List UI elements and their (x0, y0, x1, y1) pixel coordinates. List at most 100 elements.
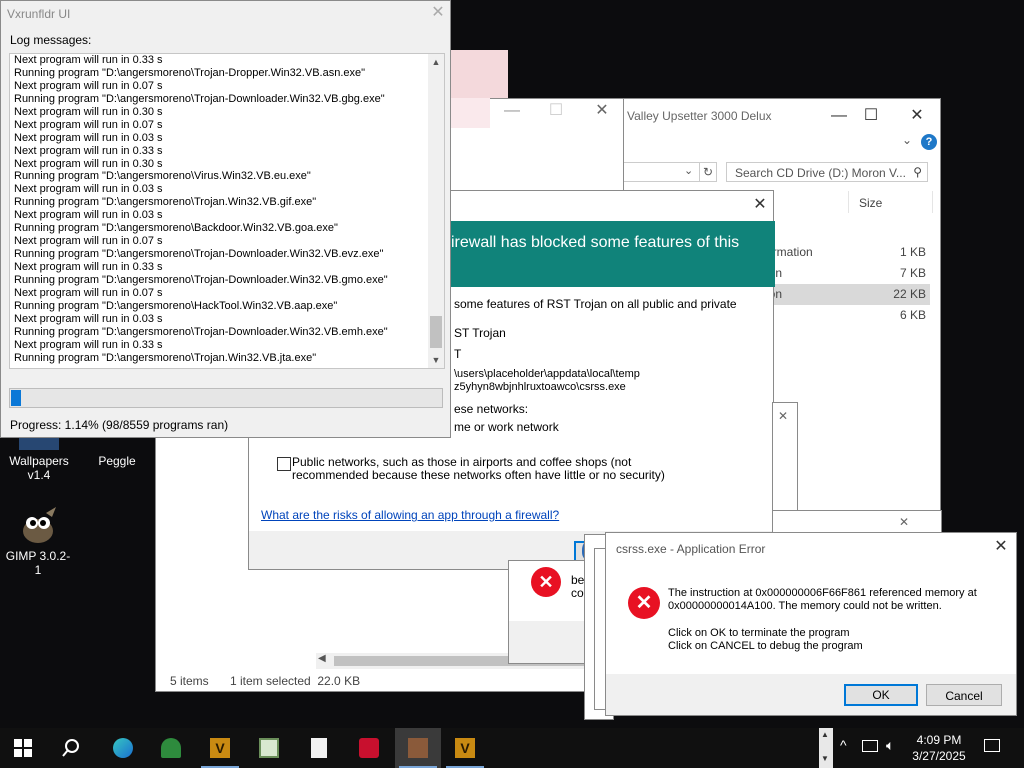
status-item-count: 5 items (170, 674, 209, 688)
error-icon: ✕ (531, 567, 561, 597)
background-dialog-1: ✕ (772, 402, 798, 512)
log-line: Next program will run in 0.03 s (14, 131, 163, 144)
list-item[interactable]: nformation 1 KB (756, 242, 930, 263)
maximize-button[interactable]: ☐ (541, 99, 571, 123)
close-button[interactable]: ✕ (899, 515, 909, 529)
app-v-icon: V (210, 738, 230, 758)
help-icon[interactable]: ? (921, 134, 937, 150)
search-input[interactable]: Search CD Drive (D:) Moron V... ⚲ (726, 162, 928, 182)
log-line: Running program "D:\angersmoreno\Trojan.… (14, 196, 317, 209)
error-instruction-ok: Click on OK to terminate the program (668, 627, 850, 639)
list-item[interactable]: ation7 KB (756, 263, 930, 284)
scroll-down-icon[interactable]: ▼ (821, 754, 829, 763)
red-app-icon (359, 738, 379, 758)
chevron-up-icon[interactable]: ^ (840, 737, 847, 753)
clock-date[interactable]: 3/27/2025 (911, 749, 967, 763)
progress-text: Progress: 1.14% (98/8559 programs ran) (10, 418, 229, 432)
firewall-networks-label: ese networks: (454, 402, 529, 416)
close-button[interactable]: ✕ (778, 409, 788, 423)
progress-fill (11, 390, 21, 406)
list-item[interactable]: der (756, 221, 930, 242)
dialog-text-fragment: be (571, 573, 585, 587)
desktop-icon-label: Peggle (98, 454, 136, 468)
search-icon (62, 739, 79, 757)
log-line: Next program will run in 0.07 s (14, 286, 163, 299)
scroll-left-icon[interactable]: ◀ (318, 653, 326, 664)
refresh-icon[interactable]: ↻ (699, 162, 717, 182)
log-line: Running program "D:\angersmoreno\Trojan-… (14, 248, 384, 261)
firewall-risk-link[interactable]: What are the risks of allowing an app th… (261, 508, 559, 522)
log-listbox[interactable]: Next program will run in 0.33 s Running p… (9, 53, 445, 369)
file-icon (311, 738, 327, 758)
log-line: Running program "D:\angersmoreno\HackToo… (14, 299, 338, 312)
taskbar-app-files[interactable] (296, 728, 342, 768)
explorer-title: Valley Upsetter 3000 Delux (627, 109, 772, 123)
scrollbar-thumb[interactable] (430, 316, 442, 348)
desktop-icon-label: Wallpapers v1.4 (9, 454, 69, 482)
network-icon[interactable] (862, 740, 878, 752)
log-line: Next program will run in 0.07 s (14, 118, 163, 131)
app-error-dialog: csrss.exe - Application Error ✕ ✕ The in… (605, 532, 1017, 716)
log-line: Running program "D:\angersmoreno\Trojan-… (14, 66, 366, 79)
log-line: Next program will run in 0.03 s (14, 312, 163, 325)
list-item[interactable]: 6 KB (756, 305, 930, 326)
taskbar-app-users[interactable] (148, 728, 194, 768)
close-button[interactable]: ✕ (587, 99, 617, 123)
status-selection: 1 item selected 22.0 KB (230, 674, 361, 688)
taskbar-app-v1[interactable]: V (197, 728, 243, 768)
taskbar-app-v2[interactable]: V (442, 728, 488, 768)
vxrunfldr-window: Vxrunfldr UI ✕ Log messages: Next progra… (0, 0, 451, 438)
close-button[interactable]: ✕ (986, 535, 1016, 559)
background-image-fragment (450, 50, 508, 98)
file-list: der nformation1 KB ation7 KB ation22 KB … (756, 221, 930, 331)
tray-scroll[interactable]: ▲ ▼ (819, 728, 833, 768)
log-line: Next program will run in 0.03 s (14, 209, 163, 222)
error-icon: ✕ (628, 587, 660, 619)
dialog-text-fragment: co (571, 586, 584, 600)
cancel-button[interactable]: Cancel (926, 684, 1002, 706)
error-message: The instruction at 0x000000006F66F861 re… (668, 587, 977, 612)
scroll-down-icon[interactable]: ▼ (428, 352, 444, 368)
volume-muted-icon[interactable]: 🔈︎ (886, 737, 894, 754)
background-dialog-2: ✕ (772, 510, 942, 534)
list-item-selected[interactable]: ation22 KB (756, 284, 930, 305)
edge-icon (113, 738, 133, 758)
taskbar-app-window[interactable] (246, 728, 292, 768)
minimize-button[interactable]: — (824, 104, 854, 128)
log-line: Next program will run in 0.03 s (14, 183, 163, 196)
notification-icon[interactable] (984, 739, 1000, 752)
log-line: Running program "D:\angersmoreno\Trojan-… (14, 325, 388, 338)
log-line: Running program "D:\angersmoreno\Virus.W… (14, 170, 311, 183)
search-icon: ⚲ (913, 165, 922, 179)
firewall-publisher: T (454, 347, 462, 361)
log-line: Next program will run in 0.33 s (14, 338, 163, 351)
maximize-button[interactable]: ☐ (856, 104, 886, 128)
taskbar-app-red[interactable] (346, 728, 392, 768)
log-lines: Next program will run in 0.33 s Running p… (10, 54, 444, 365)
public-network-checkbox[interactable] (277, 457, 291, 471)
log-line: Running program "D:\angersmoreno\Trojan.… (14, 351, 317, 364)
window-title: Vxrunfldr UI (7, 7, 71, 21)
desktop-icon-label: GIMP 3.0.2-1 (5, 549, 71, 577)
log-line: Next program will run in 0.33 s (14, 261, 163, 273)
scroll-up-icon[interactable]: ▲ (428, 54, 444, 70)
ok-button[interactable]: OK (844, 684, 918, 706)
log-line: Next program will run in 0.33 s (14, 144, 163, 157)
vertical-scrollbar[interactable]: ▲ ▼ (428, 54, 444, 368)
expand-ribbon-icon[interactable]: ⌄ (902, 133, 912, 147)
taskbar-app-active[interactable] (395, 728, 441, 768)
address-dropdown-icon[interactable]: ⌄ (684, 164, 693, 177)
window-app-icon (259, 738, 279, 758)
scroll-up-icon[interactable]: ▲ (821, 730, 829, 739)
column-header-size[interactable]: Size (859, 196, 882, 210)
log-line: Next program will run in 0.30 s (14, 105, 163, 118)
minimize-button[interactable]: — (497, 99, 527, 123)
close-button[interactable]: ✕ (902, 104, 932, 128)
clock-time[interactable]: 4:09 PM (916, 733, 962, 747)
close-button[interactable]: ✕ (745, 193, 775, 217)
close-button[interactable]: ✕ (423, 1, 453, 25)
search-button[interactable] (48, 728, 94, 768)
desktop-icon-gimp[interactable]: GIMP 3.0.2-1 (3, 505, 73, 577)
start-button[interactable] (0, 728, 46, 768)
taskbar-edge[interactable] (100, 728, 146, 768)
